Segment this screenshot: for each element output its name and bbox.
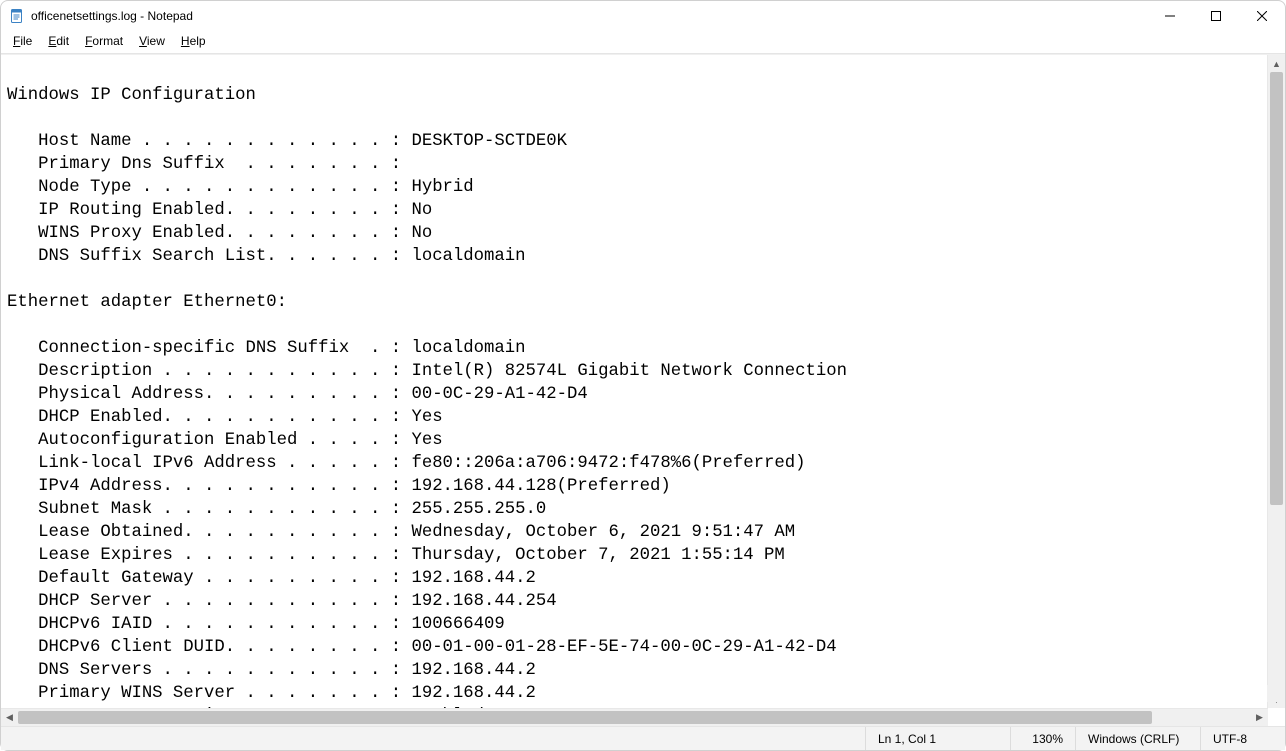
menu-help[interactable]: Help xyxy=(173,33,214,49)
document-text[interactable]: Windows IP Configuration Host Name . . .… xyxy=(7,61,1267,708)
text-editor[interactable]: Windows IP Configuration Host Name . . .… xyxy=(1,55,1267,708)
horizontal-scrollbar[interactable]: ◀ ▶ xyxy=(1,708,1268,726)
status-line-ending: Windows (CRLF) xyxy=(1075,727,1200,750)
menu-format[interactable]: Format xyxy=(77,33,131,49)
scroll-right-arrow-icon[interactable]: ▶ xyxy=(1251,709,1268,726)
window-controls xyxy=(1147,1,1285,31)
titlebar: officenetsettings.log - Notepad xyxy=(1,1,1285,31)
minimize-button[interactable] xyxy=(1147,1,1193,31)
notepad-icon xyxy=(9,8,25,24)
scroll-corner xyxy=(1267,685,1284,702)
scroll-up-arrow-icon[interactable]: ▲ xyxy=(1268,55,1285,72)
scroll-left-arrow-icon[interactable]: ◀ xyxy=(1,709,18,726)
vertical-scrollbar[interactable]: ▲ ▼ xyxy=(1267,55,1285,708)
statusbar: Ln 1, Col 1 130% Windows (CRLF) UTF-8 xyxy=(1,726,1285,750)
menubar: File Edit Format View Help xyxy=(1,31,1285,54)
close-button[interactable] xyxy=(1239,1,1285,31)
menu-view[interactable]: View xyxy=(131,33,173,49)
status-cursor-position: Ln 1, Col 1 xyxy=(865,727,1010,750)
hscroll-track[interactable] xyxy=(18,709,1251,726)
notepad-window: officenetsettings.log - Notepad File Edi… xyxy=(0,0,1286,751)
maximize-button[interactable] xyxy=(1193,1,1239,31)
hscroll-thumb[interactable] xyxy=(18,711,1152,724)
window-title: officenetsettings.log - Notepad xyxy=(31,9,193,23)
vscroll-thumb[interactable] xyxy=(1270,72,1283,505)
status-encoding: UTF-8 xyxy=(1200,727,1285,750)
menu-file[interactable]: File xyxy=(5,33,40,49)
status-zoom: 130% xyxy=(1010,727,1075,750)
content-area: Windows IP Configuration Host Name . . .… xyxy=(1,54,1285,708)
menu-edit[interactable]: Edit xyxy=(40,33,77,49)
vscroll-track[interactable] xyxy=(1268,72,1285,691)
